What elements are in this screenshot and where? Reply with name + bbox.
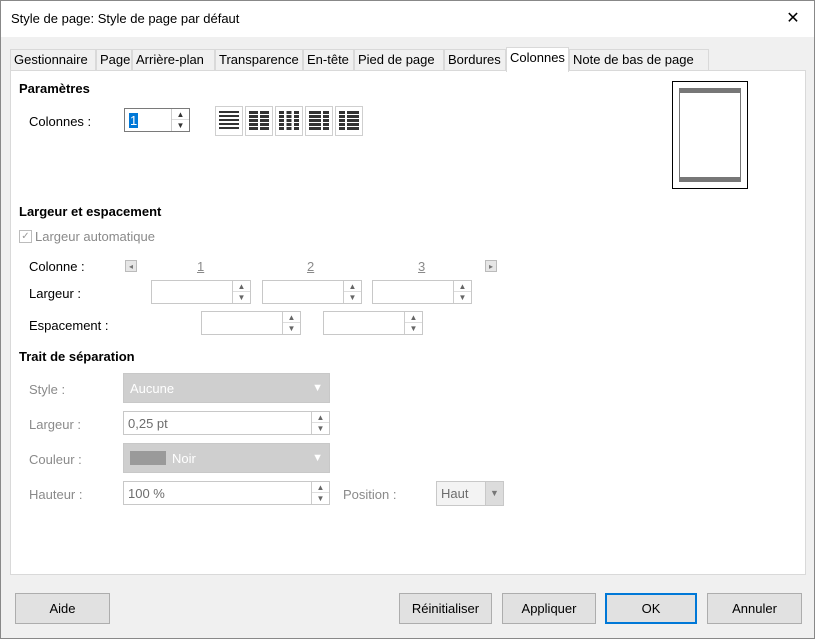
line-style-value: Aucune: [130, 381, 175, 396]
section-largeur-heading: Largeur et espacement: [19, 204, 162, 219]
preset-2-columns-button[interactable]: [245, 106, 273, 136]
column-2-heading: 2: [307, 259, 315, 274]
line-width-label: Largeur :: [29, 417, 82, 432]
left-wide-columns-icon: [309, 111, 329, 130]
decrement-arrow-icon[interactable]: ▼: [405, 323, 422, 334]
section-trait-heading: Trait de séparation: [19, 349, 135, 364]
column-2-width-field[interactable]: ▲ ▼: [262, 280, 362, 304]
preset-right-wide-button[interactable]: [335, 106, 363, 136]
decrement-arrow-icon[interactable]: ▼: [172, 120, 189, 131]
line-height-label: Hauteur :: [29, 487, 83, 502]
line-position-dropdown[interactable]: Haut ▼: [436, 481, 504, 506]
preview-page-icon: [679, 88, 741, 182]
help-button-label: Aide: [49, 601, 76, 616]
color-swatch: [130, 451, 166, 465]
preset-1-column-button[interactable]: [215, 106, 243, 136]
spin-arrows: ▲ ▼: [171, 109, 189, 131]
scroll-right-arrow-icon[interactable]: ▸: [485, 260, 497, 272]
title-bar: Style de page: Style de page par défaut …: [1, 1, 814, 37]
window-title: Style de page: Style de page par défaut: [11, 11, 240, 26]
cancel-button-label: Annuler: [732, 601, 777, 616]
chevron-down-icon: ▼: [485, 482, 503, 505]
two-columns-icon: [249, 111, 269, 130]
reset-button-label: Réinitialiser: [411, 601, 480, 616]
decrement-arrow-icon[interactable]: ▼: [344, 292, 361, 303]
decrement-arrow-icon[interactable]: ▼: [233, 292, 250, 303]
help-button[interactable]: Aide: [15, 593, 110, 624]
spacing-1-field[interactable]: ▲ ▼: [201, 311, 301, 335]
increment-arrow-icon[interactable]: ▲: [233, 281, 250, 292]
reset-button[interactable]: Réinitialiser: [399, 593, 492, 624]
tab-transparence[interactable]: Transparence: [215, 49, 303, 71]
tab-note-de-bas-de-page[interactable]: Note de bas de page: [569, 49, 709, 71]
scroll-left-arrow-icon[interactable]: ◂: [125, 260, 137, 272]
colonnes-spinbox[interactable]: 1 ▲ ▼: [124, 108, 190, 132]
colonnes-label: Colonnes :: [29, 114, 92, 129]
page-preview: [672, 81, 748, 189]
tab-colonnes[interactable]: Colonnes: [506, 47, 569, 72]
page-style-dialog: Style de page: Style de page par défaut …: [0, 0, 815, 639]
close-icon[interactable]: ✕: [778, 5, 808, 33]
line-position-label: Position :: [343, 487, 397, 502]
section-parametres-heading: Paramètres: [19, 81, 90, 96]
line-style-label: Style :: [29, 382, 66, 397]
colonnes-value: 1: [129, 113, 139, 128]
tab-bordures[interactable]: Bordures: [444, 49, 506, 71]
preset-left-wide-button[interactable]: [305, 106, 333, 136]
apply-button-label: Appliquer: [521, 601, 577, 616]
preset-3-columns-button[interactable]: [275, 106, 303, 136]
cancel-button[interactable]: Annuler: [707, 593, 802, 624]
line-width-value: 0,25 pt: [128, 416, 168, 431]
increment-arrow-icon[interactable]: ▲: [454, 281, 471, 292]
chevron-down-icon: ▼: [312, 382, 323, 394]
line-color-value: Noir: [172, 451, 196, 466]
right-wide-columns-icon: [339, 111, 359, 130]
increment-arrow-icon[interactable]: ▲: [312, 482, 329, 493]
checkbox-check-icon: ✓: [19, 230, 32, 243]
increment-arrow-icon[interactable]: ▲: [283, 312, 300, 323]
tab-pied-de-page[interactable]: Pied de page: [354, 49, 444, 71]
three-columns-icon: [279, 111, 299, 130]
apply-button[interactable]: Appliquer: [502, 593, 596, 624]
tab-arriere-plan[interactable]: Arrière-plan: [132, 49, 215, 71]
increment-arrow-icon[interactable]: ▲: [344, 281, 361, 292]
colonne-label: Colonne :: [29, 259, 85, 274]
column-3-width-field[interactable]: ▲ ▼: [372, 280, 472, 304]
spacing-label: Espacement :: [29, 318, 109, 333]
decrement-arrow-icon[interactable]: ▼: [454, 292, 471, 303]
one-column-icon: [219, 111, 239, 129]
chevron-down-icon: ▼: [312, 452, 323, 464]
line-width-field[interactable]: 0,25 pt ▲ ▼: [123, 411, 330, 435]
line-position-value: Haut: [441, 486, 469, 501]
decrement-arrow-icon[interactable]: ▼: [312, 423, 329, 434]
column-1-width-field[interactable]: ▲ ▼: [151, 280, 251, 304]
increment-arrow-icon[interactable]: ▲: [172, 109, 189, 120]
decrement-arrow-icon[interactable]: ▼: [283, 323, 300, 334]
auto-width-label: Largeur automatique: [35, 229, 155, 244]
tab-gestionnaire[interactable]: Gestionnaire: [10, 49, 96, 71]
ok-button-label: OK: [641, 601, 661, 616]
spacing-2-field[interactable]: ▲ ▼: [323, 311, 423, 335]
column-3-heading: 3: [418, 259, 426, 274]
column-1-heading: 1: [197, 259, 205, 274]
line-color-label: Couleur :: [29, 452, 82, 467]
line-style-dropdown[interactable]: Aucune ▼: [123, 373, 330, 403]
line-height-field[interactable]: 100 % ▲ ▼: [123, 481, 330, 505]
decrement-arrow-icon[interactable]: ▼: [312, 493, 329, 504]
line-height-value: 100 %: [128, 486, 165, 501]
increment-arrow-icon[interactable]: ▲: [405, 312, 422, 323]
line-color-dropdown[interactable]: Noir ▼: [123, 443, 330, 473]
tab-page[interactable]: Page: [96, 49, 132, 71]
ok-button[interactable]: OK: [605, 593, 697, 624]
tab-en-tete[interactable]: En-tête: [303, 49, 354, 71]
column-width-label: Largeur :: [29, 286, 82, 301]
increment-arrow-icon[interactable]: ▲: [312, 412, 329, 423]
